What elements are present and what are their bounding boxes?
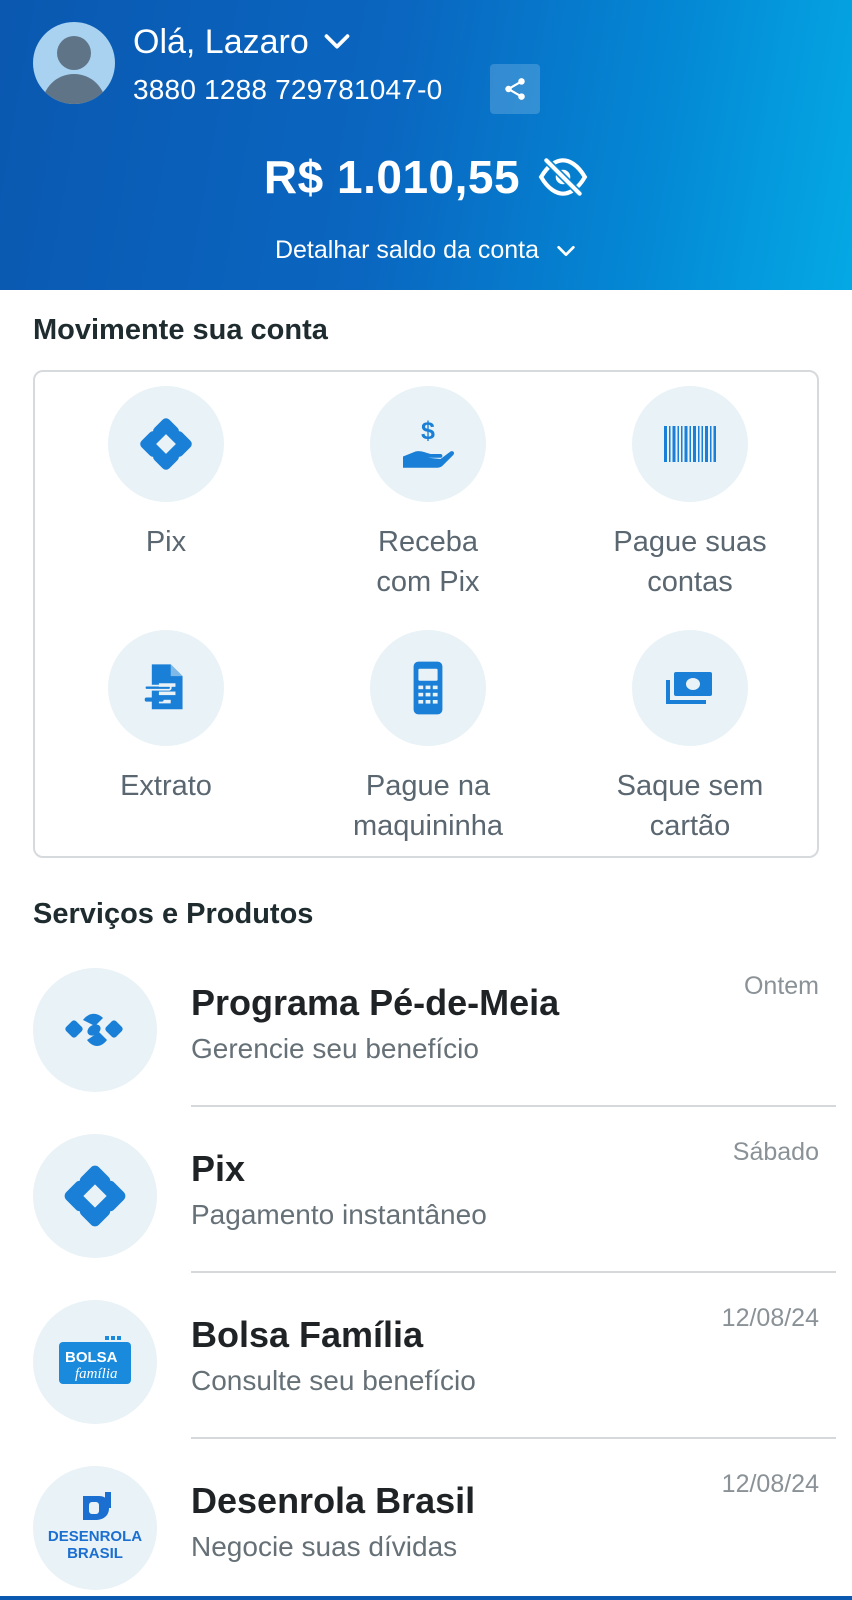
cash-icon (666, 672, 712, 704)
desenrola-logo-text: DESENROLA (48, 1528, 142, 1545)
receive-money-icon: $ (403, 417, 455, 468)
service-date: Sábado (732, 1138, 819, 1166)
svg-text:$: $ (421, 417, 435, 445)
quick-actions-card: Pix $ Receba com Pix Pague suas contas E… (33, 370, 819, 858)
service-title: Pix (191, 1148, 246, 1189)
service-subtitle: Gerencie seu benefício (191, 1033, 479, 1064)
service-title: Programa Pé-de-Meia (191, 982, 560, 1023)
action-label: Pague na maquininha (353, 770, 503, 842)
greeting-text: Olá, Lazaro (133, 23, 309, 61)
action-label: Extrato (120, 770, 212, 802)
action-pague-contas[interactable]: Pague suas contas (559, 372, 821, 616)
share-button[interactable] (490, 64, 540, 114)
service-subtitle: Pagamento instantâneo (191, 1199, 487, 1230)
service-icon-circle (33, 1134, 157, 1258)
divider (191, 1437, 836, 1439)
detail-balance-label: Detalhar saldo da conta (274, 236, 540, 264)
service-title: Desenrola Brasil (191, 1480, 476, 1521)
action-icon-circle (632, 386, 748, 502)
service-date: 12/08/24 (721, 1304, 819, 1332)
statement-icon (143, 664, 183, 710)
bolsa-familia-logo-text: BOLSA (65, 1349, 118, 1366)
account-number: 3880 1288 729781047-0 (133, 74, 443, 105)
action-icon-circle (108, 386, 224, 502)
bolsa-familia-logo-subtext: família (75, 1366, 118, 1382)
avatar[interactable] (33, 22, 115, 104)
balance-amount: R$ 1.010,55 (263, 151, 521, 203)
action-label: Saque sem cartão (616, 770, 764, 842)
bottom-edge-bar (0, 1596, 852, 1600)
action-pix[interactable]: Pix (35, 372, 297, 616)
divider (191, 1271, 836, 1273)
action-icon-circle (632, 630, 748, 746)
service-date: 12/08/24 (721, 1470, 819, 1498)
action-icon-circle (108, 630, 224, 746)
service-item-pix[interactable]: Pix Pagamento instantâneo Sábado (0, 1126, 852, 1292)
action-label: Pague suas contas (613, 526, 767, 598)
detail-balance-toggle[interactable]: Detalhar saldo da conta (0, 236, 852, 265)
desenrola-logo-subtext: BRASIL (67, 1545, 123, 1562)
service-icon-circle: BOLSA família (33, 1300, 157, 1424)
service-item-pe-de-meia[interactable]: Programa Pé-de-Meia Gerencie seu benefíc… (0, 960, 852, 1126)
service-item-desenrola-brasil[interactable]: DESENROLA BRASIL Desenrola Brasil Negoci… (0, 1458, 852, 1600)
service-icon-circle: DESENROLA BRASIL (33, 1466, 157, 1590)
section-title-movimente: Movimente sua conta (33, 314, 328, 346)
barcode-icon (664, 426, 716, 462)
action-icon-circle: $ (370, 386, 486, 502)
service-title: Bolsa Família (191, 1314, 424, 1355)
greeting-row[interactable]: Olá, Lazaro (133, 20, 351, 64)
chevron-down-icon[interactable] (323, 28, 351, 56)
service-item-bolsa-familia[interactable]: BOLSA família Bolsa Família Consulte seu… (0, 1292, 852, 1458)
service-subtitle: Consulte seu benefício (191, 1365, 476, 1396)
share-icon (505, 78, 525, 100)
action-receba-pix[interactable]: $ Receba com Pix (297, 372, 559, 616)
pix-icon (140, 418, 192, 470)
bolsa-familia-logo: BOLSA família (59, 1336, 131, 1384)
service-icon-circle (33, 968, 157, 1092)
chevron-down-icon (557, 245, 575, 256)
card-machine-icon (413, 661, 443, 715)
balance-row: R$ 1.010,55 (0, 150, 852, 204)
service-subtitle: Negocie suas dívidas (191, 1531, 458, 1562)
action-saque-sem-cartao[interactable]: Saque sem cartão (559, 616, 821, 860)
action-pague-maquininha[interactable]: Pague na maquininha (297, 616, 559, 860)
divider (191, 1105, 836, 1107)
action-icon-circle (370, 630, 486, 746)
pix-icon (64, 1165, 126, 1227)
service-date: Ontem (743, 972, 819, 1000)
action-label: Receba com Pix (376, 526, 480, 598)
action-label: Pix (145, 526, 187, 558)
section-title-servicos: Serviços e Produtos (33, 898, 314, 930)
account-header: Olá, Lazaro 3880 1288 729781047-0 R$ 1.0… (0, 0, 852, 290)
action-extrato[interactable]: Extrato (35, 616, 297, 860)
pe-de-meia-icon (65, 1013, 123, 1046)
desenrola-brasil-logo: DESENROLA BRASIL (48, 1492, 142, 1562)
eye-off-icon[interactable] (538, 156, 588, 198)
